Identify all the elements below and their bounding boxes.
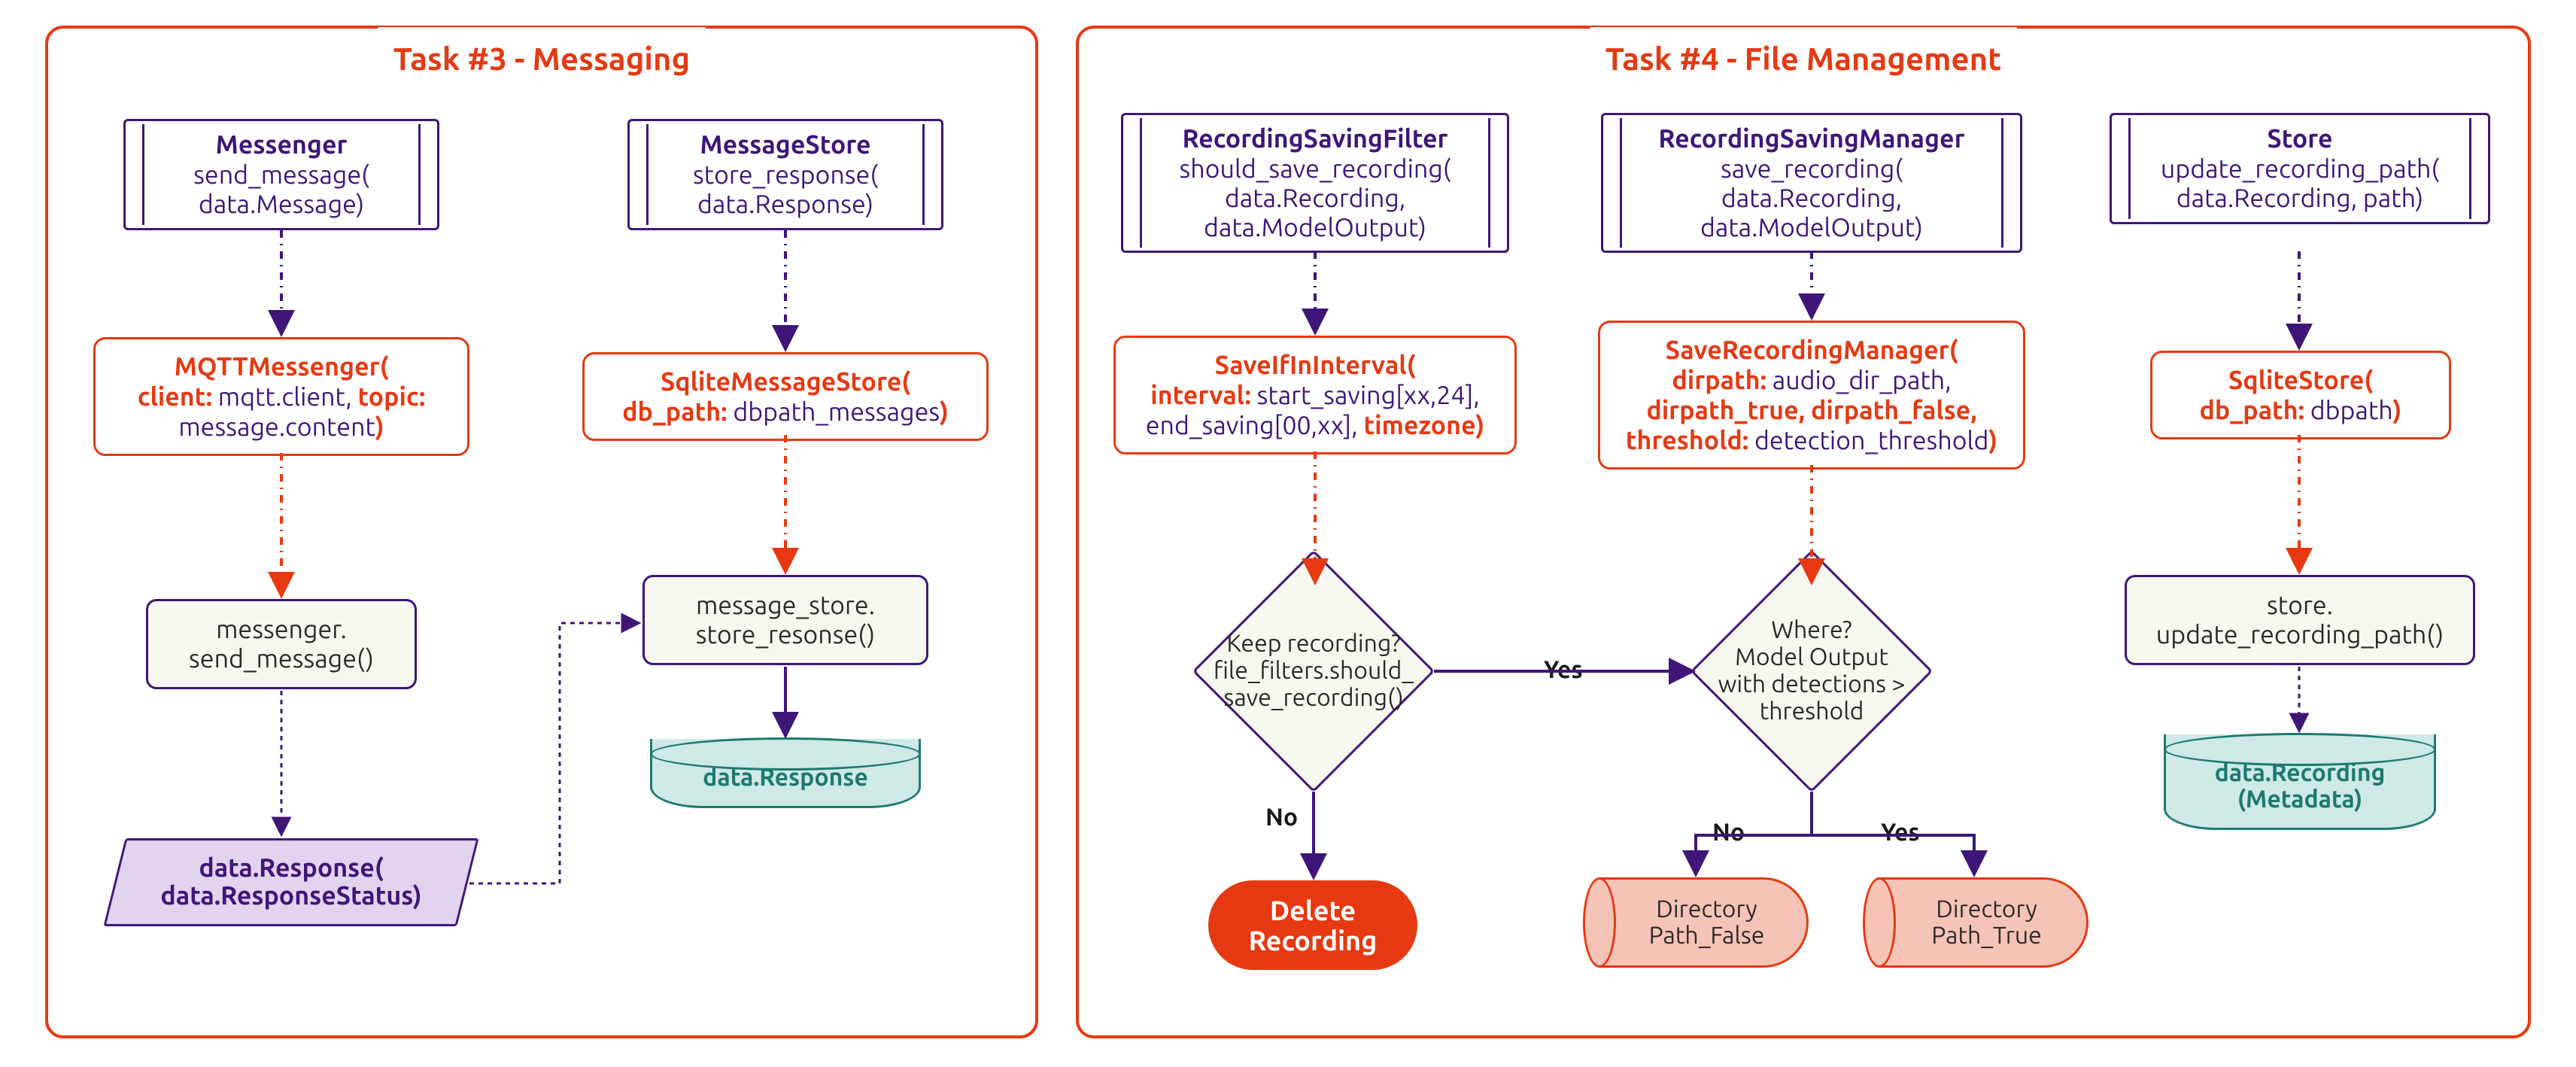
v: dbpath [2304, 396, 2393, 424]
k: SqliteStore( [2228, 366, 2373, 394]
cyl-label: Directory Path_True [1924, 896, 2042, 949]
para-text: data.Response( data.ResponseStatus) [139, 854, 443, 910]
db-data-response: data.Response [650, 739, 921, 808]
v: dbpath_messages [728, 397, 940, 426]
v: audio_dir_path, [1766, 366, 1952, 394]
call-update-recording-path: store. update_recording_path() [2125, 575, 2475, 665]
interface-recordingsavingfilter: RecordingSavingFilter should_save_record… [1121, 113, 1509, 253]
impl-sqlitestore: SqliteStore( db_path: dbpath) [2150, 351, 2451, 439]
panel3-title: Task #3 - Messaging [378, 27, 706, 76]
panel-task4: Task #4 - File Management RecordingSavin… [1076, 26, 2531, 1038]
k: threshold: [1626, 426, 1748, 454]
if-title: RecordingSavingFilter [1149, 124, 1481, 153]
interface-recordingsavingmanager: RecordingSavingManager save_recording( d… [1601, 113, 2022, 253]
interface-messenger: Messenger send_message( data.Message) [123, 119, 439, 230]
k: SqliteMessageStore( [661, 367, 910, 396]
label-yes2: Yes [1878, 819, 1923, 846]
db-cap [650, 737, 921, 771]
interface-messagestore: MessageStore store_response( data.Respon… [627, 119, 943, 230]
k: SaveRecordingManager( [1666, 336, 1958, 364]
k: db_path: [2200, 396, 2304, 424]
v: end_saving[00,xx], [1146, 411, 1364, 439]
if-title: Messenger [151, 130, 412, 159]
impl-saverecordingmanager: SaveRecordingManager( dirpath: audio_dir… [1598, 321, 2025, 470]
if-title: Store [2137, 124, 2462, 153]
k: topic: [357, 382, 425, 411]
label-yes1: Yes [1541, 656, 1586, 683]
k: db_path: [622, 397, 727, 426]
label-no1: No [1262, 804, 1301, 831]
if-body: save_recording( data.Recording, data.Mod… [1629, 154, 1994, 242]
k: ) [1475, 411, 1484, 439]
delete-recording: Delete Recording [1208, 880, 1417, 970]
label-no2: No [1709, 819, 1748, 846]
data-response-status: data.Response( data.ResponseStatus) [103, 838, 478, 926]
decision-where: Where? Model Output with detections > th… [1691, 551, 1932, 792]
if-title: RecordingSavingManager [1629, 124, 1994, 153]
db-data-recording: data.Recording (Metadata) [2164, 734, 2436, 830]
impl-mqttmessenger: MQTTMessenger( client: mqtt.client, topi… [93, 337, 469, 456]
db-cap [2164, 733, 2436, 766]
panel-task3: Task #3 - Messaging Messenger send_messa… [45, 26, 1038, 1038]
call-send-message: messenger. send_message() [146, 599, 417, 689]
dir-path-true: Directory Path_True [1863, 877, 2088, 968]
v: start_saving[xx,24], [1251, 381, 1480, 409]
k: dirpath_true, dirpath_false, [1646, 396, 1976, 424]
if-title: MessageStore [655, 130, 916, 159]
k: ) [2393, 396, 2402, 424]
cyl-cap [1583, 877, 1616, 968]
impl-saveifininterval: SaveIfInInterval( interval: start_saving… [1113, 336, 1517, 454]
call-store-response: message_store. store_resonse() [642, 575, 928, 665]
if-body: update_recording_path( data.Recording, p… [2137, 154, 2462, 213]
interface-store: Store update_recording_path( data.Record… [2110, 113, 2490, 224]
panel4-title: Task #4 - File Management [1590, 27, 2017, 76]
k: dirpath: [1672, 366, 1766, 394]
k: ) [1988, 426, 1997, 454]
if-body: store_response( data.Response) [655, 160, 916, 219]
cyl-body: Directory Path_True [1879, 877, 2088, 968]
cyl-label: Directory Path_False [1642, 896, 1765, 949]
k: ) [940, 397, 949, 426]
if-body: send_message( data.Message) [151, 160, 412, 219]
k: timezone [1363, 411, 1475, 439]
decision-text: Keep recording? file_filters.should_ sav… [1193, 551, 1434, 792]
v: detection_threshold [1748, 426, 1988, 454]
k: SaveIfInInterval( [1215, 351, 1416, 379]
cyl-body: Directory Path_False [1599, 877, 1809, 968]
decision-keep-recording: Keep recording? file_filters.should_ sav… [1193, 551, 1434, 792]
k: interval: [1150, 381, 1251, 409]
k: MQTTMessenger( [175, 352, 389, 381]
db-label: data.Recording (Metadata) [2174, 760, 2426, 813]
v: message.content [178, 412, 375, 441]
decision-text: Where? Model Output with detections > th… [1691, 551, 1932, 792]
impl-sqlitemessagestore: SqliteMessageStore( db_path: dbpath_mess… [582, 352, 989, 441]
k: client: [138, 382, 212, 411]
if-body: should_save_recording( data.Recording, d… [1149, 154, 1481, 242]
dir-path-false: Directory Path_False [1583, 877, 1809, 968]
k: ) [375, 412, 384, 441]
v: mqtt.client, [212, 382, 358, 411]
cyl-cap [1863, 877, 1896, 968]
